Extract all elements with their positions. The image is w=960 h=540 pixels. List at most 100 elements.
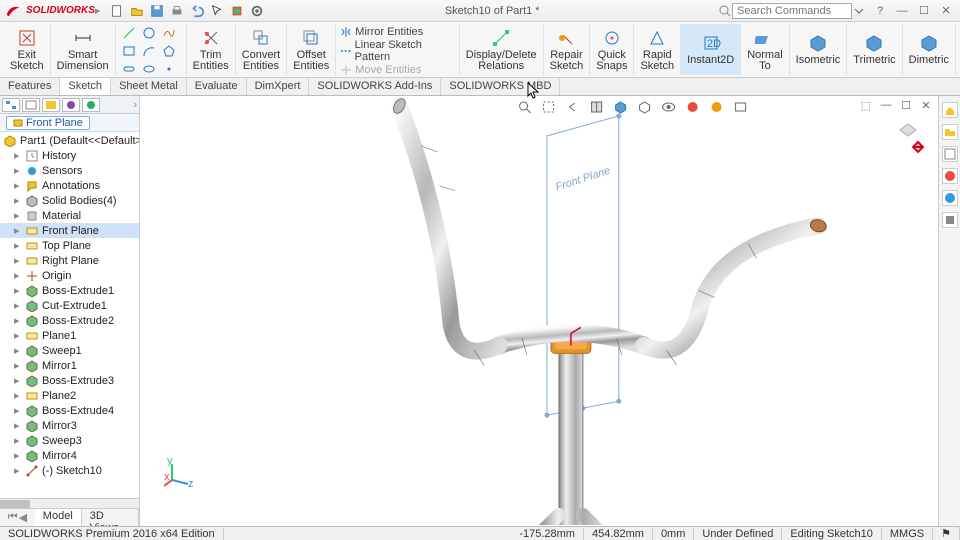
tree-node[interactable]: ▸Right Plane	[0, 253, 139, 268]
tree-node[interactable]: ▸History	[0, 148, 139, 163]
convert-entities-button[interactable]: ConvertEntities	[236, 24, 288, 75]
vp-restore-button[interactable]: ⬚	[858, 98, 874, 112]
smart-dimension-button[interactable]: SmartDimension	[51, 24, 116, 75]
edit-appearance-button[interactable]	[684, 98, 702, 116]
section-view-button[interactable]	[588, 98, 606, 116]
tree-node[interactable]: ▸Mirror4	[0, 448, 139, 463]
tree-node[interactable]: ▸Sensors	[0, 163, 139, 178]
help-button[interactable]: ?	[872, 4, 888, 18]
sketch-shapes-flyout[interactable]	[116, 24, 187, 75]
rebuild-button[interactable]	[228, 2, 246, 20]
tab-3dviews[interactable]: 3D Views	[82, 509, 139, 526]
rapid-sketch-button[interactable]: RapidSketch	[634, 24, 681, 75]
point-icon[interactable]	[162, 62, 176, 76]
previous-view-button[interactable]	[564, 98, 582, 116]
undo-button[interactable]	[188, 2, 206, 20]
graphics-viewport[interactable]: Front Plane	[140, 96, 938, 526]
minimize-button[interactable]: —	[894, 4, 910, 18]
tree-node[interactable]: ▸(-) Sketch10	[0, 463, 139, 478]
line-icon[interactable]	[122, 26, 136, 40]
tab-sheet-metal[interactable]: Sheet Metal	[111, 78, 187, 95]
polygon-icon[interactable]	[162, 44, 176, 58]
view-settings-button[interactable]	[732, 98, 750, 116]
tab-evaluate[interactable]: Evaluate	[187, 78, 247, 95]
display-style-button[interactable]	[636, 98, 654, 116]
new-button[interactable]	[108, 2, 126, 20]
repair-sketch-button[interactable]: RepairSketch	[544, 24, 591, 75]
view-orientation-button[interactable]	[612, 98, 630, 116]
tree-node[interactable]: ▸Sweep3	[0, 433, 139, 448]
trimetric-button[interactable]: Trimetric	[847, 24, 902, 75]
zoom-fit-button[interactable]	[516, 98, 534, 116]
taskpane-home-button[interactable]	[942, 102, 958, 118]
tree-node[interactable]: ▸Boss-Extrude3	[0, 373, 139, 388]
tree-hscrollbar[interactable]	[0, 498, 139, 508]
dimetric-button[interactable]: Dimetric	[903, 24, 956, 75]
taskpane-view-button[interactable]	[942, 168, 958, 184]
arc-icon[interactable]	[142, 44, 156, 58]
search-dropdown-icon[interactable]	[852, 4, 866, 18]
tree-node[interactable]: ▸Cut-Extrude1	[0, 298, 139, 313]
vp-maximize-button[interactable]: ☐	[898, 98, 914, 112]
trim-entities-button[interactable]: TrimEntities	[187, 24, 236, 75]
tree-node[interactable]: ▸Boss-Extrude2	[0, 313, 139, 328]
exit-sketch-button[interactable]: ExitSketch	[4, 24, 51, 75]
tree-node[interactable]: ▸Plane2	[0, 388, 139, 403]
tree-node[interactable]: ▸Mirror3	[0, 418, 139, 433]
tab-sketch[interactable]: Sketch	[60, 78, 111, 95]
apply-scene-button[interactable]	[708, 98, 726, 116]
taskpane-library-button[interactable]	[942, 124, 958, 140]
tree-node[interactable]: ▸Top Plane	[0, 238, 139, 253]
hide-show-button[interactable]	[660, 98, 678, 116]
tree-node[interactable]: ▸Front Plane	[0, 223, 139, 238]
linear-pattern-button[interactable]: Linear Sketch Pattern	[340, 39, 454, 63]
maximize-button[interactable]: ☐	[916, 4, 932, 18]
mirror-entities-button[interactable]: Mirror Entities	[340, 26, 454, 38]
fm-tab-config[interactable]	[42, 98, 60, 112]
tab-nav-prev[interactable]: ◀	[19, 511, 27, 524]
print-button[interactable]	[168, 2, 186, 20]
tree-node[interactable]: ▸Solid Bodies(4)	[0, 193, 139, 208]
tab-features[interactable]: Features	[0, 78, 60, 95]
vp-close-button[interactable]: ✕	[918, 98, 934, 112]
select-button[interactable]	[208, 2, 226, 20]
offset-entities-button[interactable]: OffsetEntities	[287, 24, 336, 75]
scrollbar-thumb[interactable]	[0, 500, 30, 508]
tree-node[interactable]: ▸Mirror1	[0, 358, 139, 373]
tree-node[interactable]: ▸Plane1	[0, 328, 139, 343]
status-units[interactable]: MMGS	[882, 528, 933, 540]
tab-nav-first[interactable]: ⏮	[8, 511, 18, 524]
front-plane-chip[interactable]: Front Plane	[6, 116, 90, 130]
confirm-corner[interactable]	[896, 122, 932, 158]
zoom-area-button[interactable]	[540, 98, 558, 116]
save-button[interactable]	[148, 2, 166, 20]
tree-node[interactable]: ▸Sweep1	[0, 343, 139, 358]
tab-mbd[interactable]: SOLIDWORKS MBD	[441, 78, 560, 95]
move-entities-button[interactable]: Move Entities	[340, 64, 454, 76]
tree-node[interactable]: ▸Origin	[0, 268, 139, 283]
tree-node[interactable]: ▸Boss-Extrude4	[0, 403, 139, 418]
fm-tab-dim[interactable]	[62, 98, 80, 112]
fm-tab-tree[interactable]	[2, 98, 20, 112]
quick-snaps-button[interactable]: QuickSnaps	[590, 24, 634, 75]
circle-icon[interactable]	[142, 26, 156, 40]
status-flag[interactable]: ⚑	[933, 527, 960, 540]
fm-expand-icon[interactable]: ›	[133, 99, 137, 111]
rect-icon[interactable]	[122, 44, 136, 58]
search-commands-input[interactable]	[732, 3, 852, 19]
instant2d-button[interactable]: 2D Instant2D	[681, 24, 741, 75]
tab-model[interactable]: Model	[35, 509, 82, 526]
isometric-button[interactable]: Isometric	[790, 24, 848, 75]
normal-to-button[interactable]: NormalTo	[741, 24, 789, 75]
slot-icon[interactable]	[122, 62, 136, 76]
options-button[interactable]	[248, 2, 266, 20]
close-button[interactable]: ✕	[938, 4, 954, 18]
display-relations-button[interactable]: Display/DeleteRelations	[460, 24, 544, 75]
fm-tab-display[interactable]	[82, 98, 100, 112]
taskpane-appearance-button[interactable]	[942, 190, 958, 206]
tree-root[interactable]: Part1 (Default<<Default>_Displa	[0, 134, 139, 148]
taskpane-explorer-button[interactable]	[942, 146, 958, 162]
tab-addins[interactable]: SOLIDWORKS Add-Ins	[309, 78, 441, 95]
tree-node[interactable]: ▸Material	[0, 208, 139, 223]
feature-tree[interactable]: Part1 (Default<<Default>_Displa ▸History…	[0, 132, 139, 498]
